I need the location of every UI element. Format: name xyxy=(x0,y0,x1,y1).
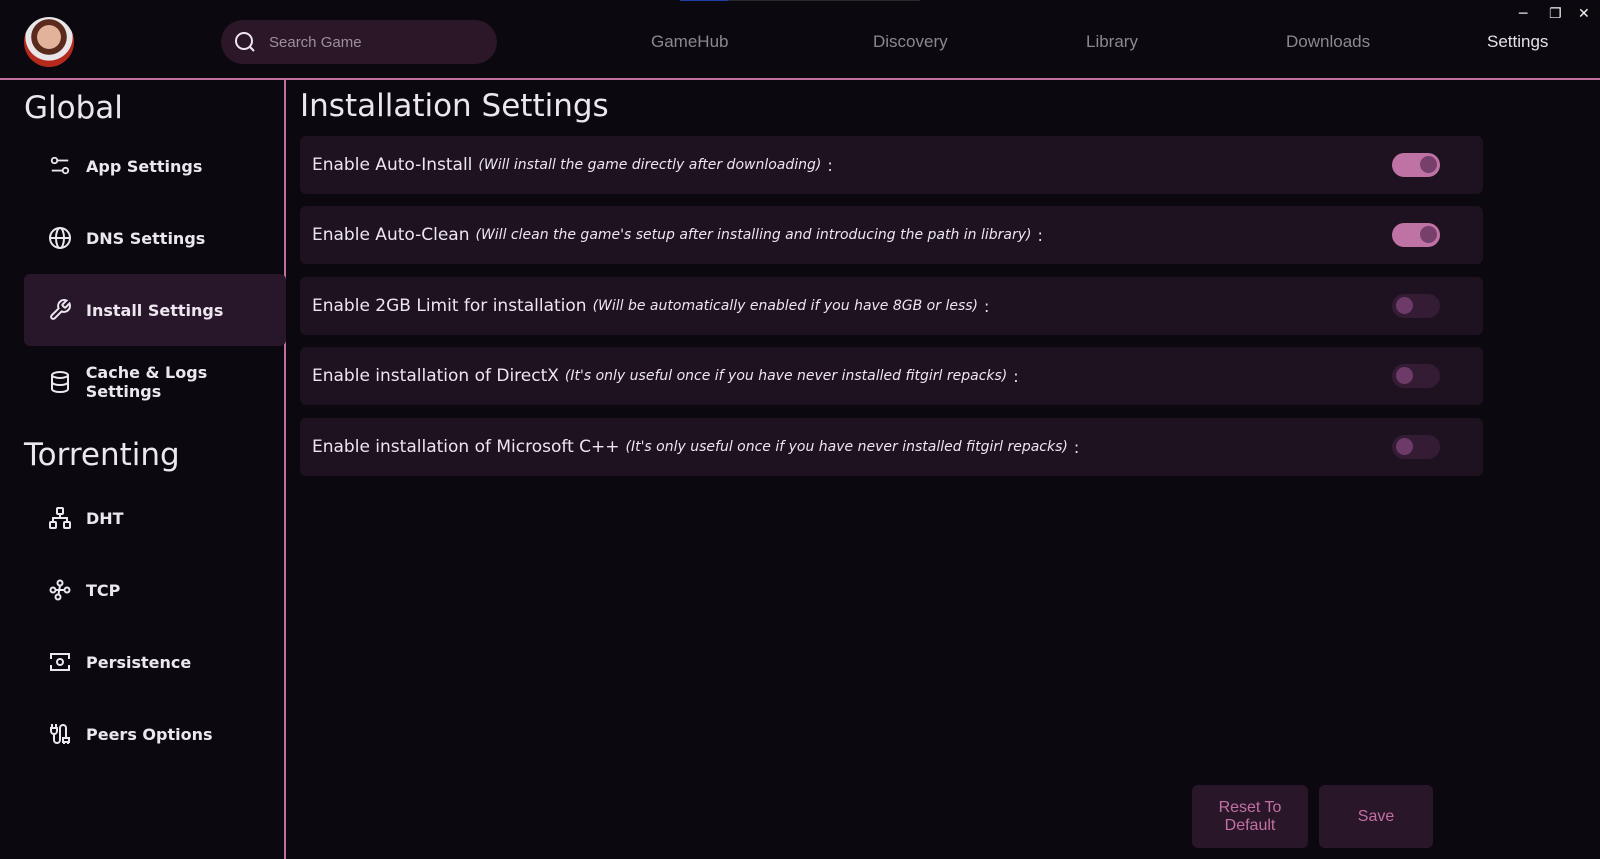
setting-toggle[interactable] xyxy=(1392,435,1440,459)
close-button[interactable]: ✕ xyxy=(1578,6,1590,22)
sidebar-item-label: Install Settings xyxy=(86,300,224,320)
search-box[interactable] xyxy=(221,20,497,64)
search-input[interactable] xyxy=(267,32,471,52)
avatar[interactable] xyxy=(24,17,74,67)
setting-toggle[interactable] xyxy=(1392,153,1440,177)
setting-hint: (It's only useful once if you have never… xyxy=(564,368,1008,384)
sidebar-item-label: Peers Options xyxy=(86,724,213,744)
sidebar-item-dns-settings[interactable]: DNS Settings xyxy=(24,202,286,274)
network-icon xyxy=(46,504,74,532)
setting-row: Enable Auto-Install (Will install the gam… xyxy=(300,136,1483,194)
sidebar-item-label: Cache & Logs Settings xyxy=(85,363,208,401)
setting-hint: (It's only useful once if you have never… xyxy=(625,439,1068,455)
sidebar-item-label: App Settings xyxy=(86,156,203,176)
progress-fill xyxy=(680,0,728,1)
sidebar-item-peers-options[interactable]: Peers Options xyxy=(24,698,286,770)
route-icon xyxy=(46,576,74,604)
sidebar-item-label: Persistence xyxy=(86,652,192,672)
setting-colon: : xyxy=(827,155,833,175)
sidebar-item-app-settings[interactable]: App Settings xyxy=(24,130,286,202)
restore-button[interactable]: ❐ xyxy=(1549,6,1562,22)
setting-label: Enable installation of DirectX xyxy=(312,366,559,386)
setting-colon: : xyxy=(1037,225,1043,245)
toggle-knob xyxy=(1396,438,1413,455)
setting-label: Enable Auto-Clean xyxy=(312,225,470,245)
toggle-knob xyxy=(1396,367,1413,384)
top-bar: GameHub Discovery Library Downloads Sett… xyxy=(0,0,1600,80)
setting-row: Enable Auto-Clean (Will clean the game's … xyxy=(300,206,1483,264)
database-icon xyxy=(46,368,74,396)
globe-icon xyxy=(46,224,74,252)
sidebar-item-dht[interactable]: DHT xyxy=(24,482,286,554)
save-button[interactable]: Save xyxy=(1319,785,1433,848)
wrench-icon xyxy=(46,296,74,324)
sidebar-item-install-settings[interactable]: Install Settings xyxy=(24,274,286,346)
nav-gamehub[interactable]: GameHub xyxy=(651,32,728,52)
sidebar-item-cache-logs-settings[interactable]: Cache & Logs Settings xyxy=(24,346,286,418)
toggle-knob xyxy=(1396,297,1413,314)
sidebar-item-label: TCP xyxy=(86,580,121,600)
cable-icon xyxy=(46,720,74,748)
setting-hint: (Will be automatically enabled if you ha… xyxy=(592,298,978,314)
nav-settings[interactable]: Settings xyxy=(1487,32,1548,52)
sliders-icon xyxy=(46,152,74,180)
setting-toggle[interactable] xyxy=(1392,364,1440,388)
sidebar-item-label: DNS Settings xyxy=(86,228,206,248)
setting-row: Enable installation of Microsoft C++ (It'… xyxy=(300,418,1483,476)
setting-row: Enable 2GB Limit for installation (Will b… xyxy=(300,277,1483,335)
reset-to-default-button[interactable]: Reset To Default xyxy=(1192,785,1308,848)
section-title-global: Global xyxy=(24,90,123,126)
nav-downloads[interactable]: Downloads xyxy=(1286,32,1370,52)
sidebar: Global App Settings DNS Settings Install… xyxy=(0,80,286,859)
setting-hint: (Will install the game directly after do… xyxy=(478,157,822,173)
settings-frame-icon xyxy=(46,648,74,676)
toggle-knob xyxy=(1420,156,1437,173)
nav-library[interactable]: Library xyxy=(1086,32,1138,52)
sidebar-item-tcp[interactable]: TCP xyxy=(24,554,286,626)
page-title: Installation Settings xyxy=(300,88,609,124)
search-icon xyxy=(235,32,255,52)
sidebar-item-persistence[interactable]: Persistence xyxy=(24,626,286,698)
sidebar-item-label: DHT xyxy=(86,508,124,528)
nav-discovery[interactable]: Discovery xyxy=(873,32,948,52)
setting-toggle[interactable] xyxy=(1392,294,1440,318)
setting-label: Enable Auto-Install xyxy=(312,155,473,175)
setting-toggle[interactable] xyxy=(1392,223,1440,247)
setting-row: Enable installation of DirectX (It's only… xyxy=(300,347,1483,405)
setting-hint: (Will clean the game's setup after insta… xyxy=(475,227,1032,243)
minimize-button[interactable]: ─ xyxy=(1519,6,1527,22)
section-title-torrenting: Torrenting xyxy=(24,437,180,473)
toggle-knob xyxy=(1420,226,1437,243)
setting-label: Enable 2GB Limit for installation xyxy=(312,296,587,316)
setting-colon: : xyxy=(1013,366,1019,386)
setting-colon: : xyxy=(1073,437,1080,457)
setting-colon: : xyxy=(984,296,990,316)
setting-label: Enable installation of Microsoft C++ xyxy=(312,437,620,457)
top-progress-bar xyxy=(680,0,920,1)
